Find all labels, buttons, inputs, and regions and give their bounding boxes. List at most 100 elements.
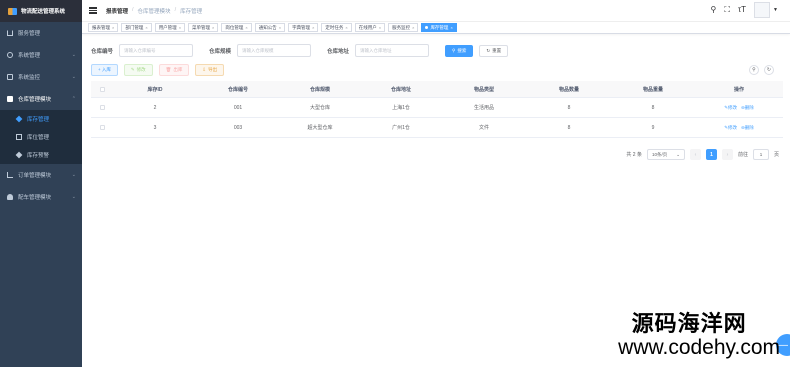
search-form: 仓库编号 仓库规模 仓库地址 ⚲ 搜索 ↻ 重置 xyxy=(91,44,509,57)
sidebar-item-label: 系统监控 xyxy=(18,75,41,81)
tag-label: 菜单管理 xyxy=(192,24,211,30)
link-label: 删除 xyxy=(744,124,754,130)
warehouse-scale-input[interactable] xyxy=(237,44,312,57)
avatar[interactable] xyxy=(754,2,771,18)
table-row[interactable]: 2 001 大型仓库 上海1仓 生活用品 8 8 ✎修改 ⊖删除 xyxy=(91,98,783,118)
close-icon[interactable]: × xyxy=(312,25,314,30)
row-checkbox[interactable] xyxy=(91,105,113,110)
hamburger-icon[interactable] xyxy=(89,7,97,14)
add-button[interactable]: + 入库 xyxy=(91,64,118,76)
table-cell: 广州1仓 xyxy=(392,125,410,131)
row-delete-link[interactable]: ⊖删除 xyxy=(741,105,754,110)
sidebar-item-system[interactable]: 系统管理 ⌄ xyxy=(0,44,82,66)
tag-item[interactable]: 菜单管理 × xyxy=(188,23,219,32)
warehouse-submenu: 库存管理 库位管理 库存预警 xyxy=(0,110,82,164)
table-cell: 超大型仓库 xyxy=(307,125,333,131)
tag-item[interactable]: 服务监控 × xyxy=(388,23,419,32)
tag-label: 库存管理 xyxy=(430,24,449,30)
column-header: 物品重量 xyxy=(642,86,663,93)
tag-item[interactable]: 在线用户 × xyxy=(354,23,386,32)
tag-item[interactable]: 岗位管理 × xyxy=(221,23,252,32)
breadcrumb-separator: / xyxy=(132,6,134,13)
warehouse-address-input[interactable] xyxy=(355,44,430,57)
page-size-value: 10条/页 xyxy=(651,151,668,157)
tag-item[interactable]: 库存管理 × xyxy=(421,23,457,32)
search-icon[interactable]: ⚲ xyxy=(711,6,717,14)
caret-down-icon[interactable]: ▼ xyxy=(773,7,778,13)
select-all-checkbox[interactable] xyxy=(91,86,113,92)
row-delete-link[interactable]: ⊖删除 xyxy=(741,125,754,130)
sidebar-item-service[interactable]: 服务管理 xyxy=(0,22,82,44)
close-icon[interactable]: × xyxy=(212,25,214,30)
row-edit-link[interactable]: ✎修改 xyxy=(724,105,737,110)
sidebar-item-warning[interactable]: 库存预警 xyxy=(0,146,82,164)
fullscreen-icon[interactable]: ⛶ xyxy=(724,6,730,14)
sidebar-item-inventory[interactable]: 库存管理 xyxy=(0,110,82,128)
close-icon[interactable]: × xyxy=(245,25,247,30)
close-icon[interactable]: × xyxy=(412,25,414,30)
export-button[interactable]: ⇩ 导出 xyxy=(195,64,225,76)
toggle-search-icon[interactable]: ⚲ xyxy=(749,65,759,75)
sidebar-item-label: 配车管理模块 xyxy=(18,195,52,201)
reset-button[interactable]: ↻ 重置 xyxy=(479,44,509,57)
table-body: 2 001 大型仓库 上海1仓 生活用品 8 8 ✎修改 ⊖删除 3 003 超大型仓库 广州1仓 文件 8… xyxy=(91,98,783,138)
field-label: 仓库规模 xyxy=(209,48,232,55)
tag-item[interactable]: 通知公告 × xyxy=(254,23,286,32)
sidebar-item-label: 仓库管理模块 xyxy=(18,97,52,103)
page-number[interactable]: 1 xyxy=(705,149,717,160)
refresh-icon[interactable]: ↻ xyxy=(764,65,774,75)
tag-item[interactable]: 用户管理 × xyxy=(154,23,186,32)
delete-button[interactable]: 🗑 出库 xyxy=(158,64,190,76)
table-cell: 9 xyxy=(651,124,655,131)
table-cell: 2 xyxy=(153,104,157,111)
goto-page-input[interactable]: 1 xyxy=(752,149,769,160)
row-checkbox[interactable] xyxy=(91,125,113,130)
sidebar-item-warehouse[interactable]: 仓库管理模块 ⌃ xyxy=(0,88,82,110)
table-row[interactable]: 3 003 超大型仓库 广州1仓 文件 8 9 ✎修改 ⊖删除 xyxy=(91,118,783,138)
download-icon: ⇩ xyxy=(202,67,207,72)
app-logo[interactable]: 物流配送管理系统 xyxy=(0,0,82,22)
right-toolbar: ⚲ ↻ xyxy=(749,65,774,75)
sidebar-item-location[interactable]: 库位管理 xyxy=(0,128,82,146)
row-actions: ✎修改 ⊖删除 xyxy=(695,105,783,111)
button-label: + 入库 xyxy=(98,67,111,72)
table-cell: 文件 xyxy=(478,125,489,131)
close-icon[interactable]: × xyxy=(112,25,114,30)
table-cell: 8 xyxy=(567,124,571,131)
row-edit-link[interactable]: ✎修改 xyxy=(724,125,737,130)
tag-item[interactable]: 报表管理 × xyxy=(88,23,119,32)
sidebar-item-vehicle[interactable]: 配车管理模块 ⌄ xyxy=(0,186,82,208)
tag-label: 定时任务 xyxy=(325,24,344,30)
close-icon[interactable]: × xyxy=(345,25,347,30)
prev-page-button[interactable]: ‹ xyxy=(689,149,701,160)
tag-item[interactable]: 部门管理 × xyxy=(121,23,152,32)
breadcrumb-item[interactable]: 报表管理 xyxy=(106,7,128,15)
edit-button[interactable]: ✎ 修改 xyxy=(123,64,153,76)
table-cell: 上海1仓 xyxy=(392,105,410,111)
close-icon[interactable]: × xyxy=(379,25,381,30)
sidebar-item-order[interactable]: 订单管理模块 ⌄ xyxy=(0,164,82,186)
tag-item[interactable]: 字典管理 × xyxy=(288,23,319,32)
tag-item[interactable]: 定时任务 × xyxy=(321,23,352,32)
close-icon[interactable]: × xyxy=(279,25,281,30)
tag-label: 报表管理 xyxy=(92,24,110,30)
close-icon[interactable]: × xyxy=(145,25,147,30)
breadcrumb-item: 库存管理 xyxy=(180,8,203,15)
font-size-icon[interactable]: τT xyxy=(738,6,746,14)
sidebar: 物流配送管理系统 服务管理 系统管理 ⌄ 系统监控 ⌄ 仓库管理模块 ⌃ 库存管… xyxy=(0,0,82,367)
close-icon[interactable]: × xyxy=(179,25,181,30)
sidebar-item-monitor[interactable]: 系统监控 ⌄ xyxy=(0,66,82,88)
next-page-button[interactable]: › xyxy=(721,149,733,160)
warehouse-no-input[interactable] xyxy=(119,44,194,57)
chevron-up-icon: ⌃ xyxy=(71,96,76,102)
column-header: 操作 xyxy=(733,86,744,93)
search-button[interactable]: ⚲ 搜索 xyxy=(445,44,474,57)
close-icon[interactable]: × xyxy=(450,25,452,30)
tag-label: 通知公告 xyxy=(258,24,277,30)
sidebar-item-label: 库存管理 xyxy=(27,117,50,123)
chevron-down-icon: ⌄ xyxy=(71,52,76,58)
page-size-select[interactable]: 10条/页 ⌄ xyxy=(646,149,685,160)
column-header: 库存ID xyxy=(147,86,163,93)
column-header: 仓库规模 xyxy=(309,86,330,93)
table-cell: 8 xyxy=(651,104,655,111)
